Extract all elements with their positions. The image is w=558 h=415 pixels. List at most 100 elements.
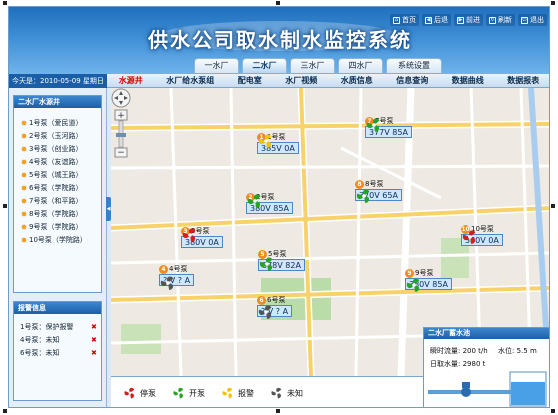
alarm-text: 1号泵：保护报警: [20, 322, 74, 331]
resize-handle[interactable]: [3, 1, 7, 5]
sidebar-item-pump-2[interactable]: 2号泵（玉河路）: [14, 129, 101, 142]
bullet-icon: [22, 185, 26, 190]
sidebar-item-label: 1号泵（爱民道）: [29, 118, 83, 127]
refresh-icon: ↻: [489, 16, 496, 24]
sidebar-item-pump-10[interactable]: 10号泵（学院路）: [14, 233, 101, 246]
sidebar-item-label: 4号泵（友谊路）: [29, 157, 83, 166]
alarm-x-icon: ✖: [91, 335, 97, 344]
fan-stop-icon: [462, 230, 476, 244]
resize-handle[interactable]: [276, 409, 280, 413]
fan-run-icon: [406, 278, 420, 292]
resize-handle[interactable]: [551, 1, 555, 5]
pump-marker-2[interactable]: 2 2号泵 380V 85A: [246, 192, 293, 214]
resize-handle[interactable]: [551, 204, 555, 208]
wells-panel-title: 二水厂水源井: [14, 96, 101, 108]
back-link[interactable]: ◀ 后退: [422, 14, 451, 26]
legend: 停泵 开泵 报警 未知: [111, 376, 423, 407]
sidebar-item-pump-1[interactable]: 1号泵（爱民道）: [14, 116, 101, 129]
refresh-link[interactable]: ↻ 刷新: [486, 14, 515, 26]
subnav-pump-group[interactable]: 水厂给水泵组: [166, 75, 214, 86]
legend-label: 开泵: [189, 388, 205, 398]
sidebar-item-label: 8号泵（学院路）: [29, 209, 83, 218]
fan-run-icon: [356, 189, 370, 203]
sidebar-item-pump-6[interactable]: 6号泵（学院路）: [14, 181, 101, 194]
resize-handle[interactable]: [551, 409, 555, 413]
pump-label: 4号泵: [169, 265, 188, 273]
tab-plant-2[interactable]: 二水厂: [242, 58, 287, 73]
pump-marker-9[interactable]: 9 9号泵 380V 85A: [405, 268, 452, 292]
tab-plant-1[interactable]: 一水厂: [194, 58, 239, 73]
legend-unknown: 未知: [270, 386, 303, 400]
subnav-info-query[interactable]: 信息查询: [396, 75, 428, 86]
sidebar-item-pump-4[interactable]: 4号泵（友谊路）: [14, 155, 101, 168]
fan-stop-icon: [124, 387, 135, 399]
subnav-video[interactable]: 水厂视频: [285, 75, 317, 86]
alarm-panel-title: 报警信息: [14, 302, 101, 314]
reservoir-panel-title: 二水厂蓄水池: [424, 328, 549, 339]
legend-label: 报警: [238, 388, 254, 398]
resize-handle[interactable]: [3, 409, 7, 413]
alarm-item[interactable]: 1号泵：保护报警 ✖: [14, 320, 101, 333]
exit-link[interactable]: ⏻ 退出: [518, 14, 547, 26]
fan-run-icon: [366, 118, 380, 132]
home-link[interactable]: ⌂ 首页: [390, 14, 419, 26]
legend-label: 停泵: [140, 388, 156, 398]
sidebar-item-label: 9号泵（学院路）: [29, 222, 83, 231]
resize-handle[interactable]: [3, 204, 7, 208]
pump-marker-10[interactable]: 10 10号泵 380V 0A: [461, 224, 503, 246]
sidebar-item-pump-8[interactable]: 8号泵（学院路）: [14, 207, 101, 220]
sidebar-item-pump-3[interactable]: 3号泵（创业路）: [14, 142, 101, 155]
fan-unknown-icon: [271, 387, 282, 399]
bullet-icon: [22, 211, 26, 216]
water-level-text: 水位: 5.5 m: [498, 347, 537, 355]
subnav-power-room[interactable]: 配电室: [238, 75, 262, 86]
subnav-data-curve[interactable]: 数据曲线: [452, 75, 484, 86]
sidebar-item-pump-5[interactable]: 5号泵（城王路）: [14, 168, 101, 181]
top-links: ⌂ 首页 ◀ 后退 ▶ 前进 ↻ 刷新 ⏻ 退出: [390, 14, 547, 26]
alarm-item[interactable]: 4号泵：未知 ✖: [14, 333, 101, 346]
date-display: 今天是：2010-05-09 星期日: [9, 74, 107, 88]
sidebar-item-label: 7号泵（和平路）: [29, 196, 83, 205]
pump-marker-8[interactable]: 8 8号泵 370V 65A: [355, 179, 402, 203]
tab-plant-3[interactable]: 三水厂: [290, 58, 335, 73]
subnav-data-report[interactable]: 数据报表: [507, 75, 539, 86]
sidebar-item-pump-7[interactable]: 7号泵（和平路）: [14, 194, 101, 207]
pump-number-badge: 4: [159, 264, 168, 274]
alarm-x-icon: ✖: [91, 348, 97, 357]
alarm-text: 4号泵：未知: [20, 335, 60, 344]
pump-marker-4[interactable]: 4 4号泵 ? V ? A: [159, 264, 195, 290]
sidebar-item-label: 6号泵（学院路）: [29, 183, 83, 192]
resize-handle[interactable]: [276, 1, 280, 5]
fan-alarm-icon: [258, 134, 272, 148]
bullet-icon: [22, 172, 26, 177]
legend-stop: 停泵: [123, 386, 156, 400]
alarm-item[interactable]: 6号泵：未知 ✖: [14, 346, 101, 359]
forward-link-label: 前进: [466, 16, 480, 24]
forward-link[interactable]: ▶ 前进: [454, 14, 483, 26]
svg-text:−: −: [117, 148, 125, 158]
bullet-icon: [22, 146, 26, 151]
sidebar-item-label: 5号泵（城王路）: [29, 170, 83, 179]
alarm-x-icon: ✖: [91, 322, 97, 331]
flow-rate-text: 瞬时流量: 200 t/h: [430, 347, 488, 355]
zoom-control[interactable]: + −: [111, 88, 131, 158]
sidebar-item-pump-9[interactable]: 9号泵（学院路）: [14, 220, 101, 233]
page-title: 供水公司取水制水监控系统: [148, 28, 412, 52]
pump-marker-6[interactable]: 6 6号泵 ? V ? A: [257, 295, 293, 319]
subnav-water-wells[interactable]: 水源井: [119, 75, 143, 86]
sub-navigation: 水源井 水厂给水泵组 配电室 水厂视频 水质信息 信息查询 数据曲线 数据报表: [107, 74, 549, 88]
fan-run-icon: [173, 387, 184, 399]
sidebar: 二水厂水源井 1号泵（爱民道） 2号泵（玉河路） 3号泵（创业路） 4号泵（友谊…: [9, 88, 107, 407]
legend-label: 未知: [287, 388, 303, 398]
alarm-panel: 报警信息 1号泵：保护报警 ✖ 4号泵：未知 ✖ 6号泵：未知 ✖: [13, 301, 102, 401]
pump-marker-1[interactable]: 1 1号泵 385V 0A: [257, 132, 299, 154]
subnav-water-quality[interactable]: 水质信息: [341, 75, 373, 86]
pump-marker-5[interactable]: 5 5号泵 378V 82A: [258, 249, 305, 271]
pump-marker-3[interactable]: 3 3号泵 380V 0A: [181, 226, 223, 248]
wells-panel: 二水厂水源井 1号泵（爱民道） 2号泵（玉河路） 3号泵（创业路） 4号泵（友谊…: [13, 95, 102, 293]
tab-system-settings[interactable]: 系统设置: [386, 58, 442, 73]
tab-plant-4[interactable]: 四水厂: [338, 58, 383, 73]
pump-marker-7[interactable]: 7 7号泵 377V 85A: [365, 116, 412, 138]
fan-unknown-icon: [160, 276, 174, 290]
fan-unknown-icon: [258, 305, 272, 319]
